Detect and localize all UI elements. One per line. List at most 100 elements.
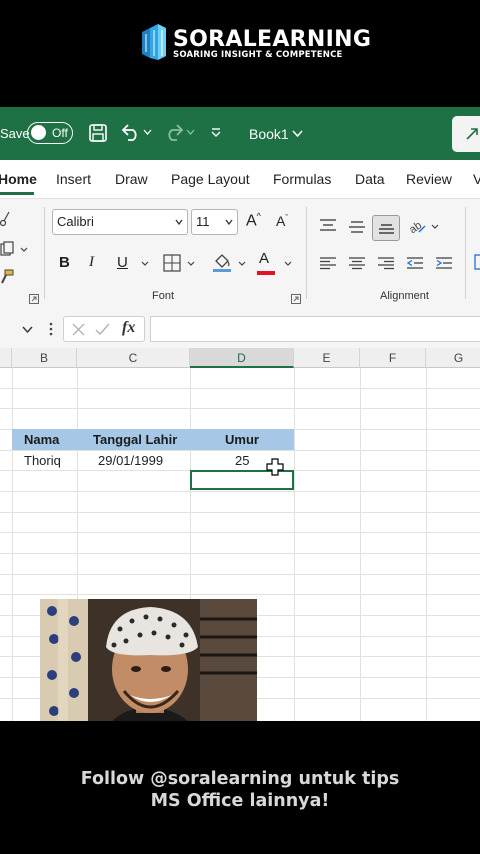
- cell-cursor-icon: [266, 458, 284, 476]
- header-tanggal-lahir[interactable]: Tanggal Lahir: [93, 432, 177, 447]
- cell-tanggal-lahir[interactable]: 29/01/1999: [98, 453, 163, 468]
- caption-line-2: MS Office lainnya!: [150, 791, 330, 811]
- autosave-toggle[interactable]: Off: [27, 122, 73, 144]
- align-center-icon[interactable]: [348, 256, 366, 270]
- copy-icon[interactable]: [0, 241, 14, 257]
- font-launcher-icon[interactable]: [291, 294, 301, 304]
- cancel-icon[interactable]: [72, 323, 85, 336]
- formula-input[interactable]: [150, 316, 480, 342]
- chevron-down-icon: [175, 219, 183, 225]
- ribbon-separator: [306, 207, 307, 299]
- gridline: [0, 450, 480, 451]
- gridline: [0, 408, 480, 409]
- clipboard-launcher-icon[interactable]: [29, 294, 39, 304]
- column-header-d[interactable]: D: [190, 348, 294, 368]
- column-header-b[interactable]: B: [12, 348, 77, 368]
- gridline: [0, 512, 480, 513]
- font-color-dropdown-icon[interactable]: [284, 261, 292, 266]
- header-nama[interactable]: Nama: [24, 432, 59, 447]
- tab-formulas[interactable]: Formulas: [273, 171, 331, 187]
- inserted-photo[interactable]: [40, 599, 257, 721]
- tab-review[interactable]: Review: [406, 171, 452, 187]
- font-name-dropdown[interactable]: Calibri: [52, 209, 188, 235]
- cell-nama[interactable]: Thoriq: [24, 453, 61, 468]
- insert-function-button[interactable]: fx: [122, 319, 135, 337]
- align-middle-icon[interactable]: [348, 220, 366, 234]
- align-left-icon[interactable]: [319, 256, 337, 270]
- underline-button[interactable]: U: [117, 254, 128, 271]
- cut-icon[interactable]: [0, 211, 10, 227]
- formula-bar: fx: [0, 308, 480, 348]
- tab-page-layout[interactable]: Page Layout: [171, 171, 250, 187]
- cell-umur[interactable]: 25: [235, 453, 249, 468]
- name-box-chevron-icon[interactable]: [22, 326, 33, 333]
- gridline: [0, 388, 480, 389]
- header-umur[interactable]: Umur: [225, 432, 259, 447]
- alignment-group-label: Alignment: [380, 290, 429, 302]
- increase-font-size-button[interactable]: A^: [246, 211, 261, 230]
- wrap-text-icon[interactable]: [474, 254, 480, 270]
- decrease-font-size-button[interactable]: Aˇ: [276, 213, 288, 229]
- title-bar: Save Off Book1: [0, 107, 480, 160]
- customize-toolbar-icon[interactable]: [210, 126, 222, 138]
- borders-dropdown-icon[interactable]: [187, 261, 195, 266]
- copy-dropdown-icon[interactable]: [20, 247, 28, 252]
- decrease-indent-icon[interactable]: [406, 256, 424, 270]
- gridline: [12, 368, 13, 721]
- undo-icon[interactable]: [120, 122, 142, 142]
- underline-dropdown-icon[interactable]: [141, 261, 149, 266]
- chevron-down-icon: [225, 219, 233, 225]
- worksheet-grid[interactable]: B C D E F G Nama Tanggal Lahir Umur Thor: [0, 348, 480, 721]
- font-size-dropdown[interactable]: 11: [191, 209, 238, 235]
- gridline: [360, 368, 361, 721]
- borders-icon[interactable]: [163, 254, 181, 272]
- workbook-name[interactable]: Book1: [249, 126, 289, 142]
- ribbon-separator: [44, 207, 45, 299]
- gridline: [0, 553, 480, 554]
- font-color-bar: [257, 271, 275, 275]
- tab-home[interactable]: Home: [0, 171, 37, 187]
- align-bottom-icon: [379, 224, 394, 234]
- soralearning-logo-icon: [142, 24, 166, 60]
- more-options-icon[interactable]: [49, 321, 53, 337]
- enter-check-icon[interactable]: [95, 323, 110, 336]
- gridline: [426, 368, 427, 721]
- tab-data[interactable]: Data: [355, 171, 385, 187]
- column-header-c[interactable]: C: [77, 348, 190, 368]
- tab-insert[interactable]: Insert: [56, 171, 91, 187]
- fill-color-dropdown-icon[interactable]: [238, 261, 246, 266]
- fill-color-icon[interactable]: [212, 251, 232, 273]
- share-button[interactable]: [452, 116, 480, 152]
- column-header-f[interactable]: F: [360, 348, 426, 368]
- orientation-dropdown-icon[interactable]: [431, 224, 439, 229]
- bold-button[interactable]: B: [59, 254, 70, 271]
- column-header-g[interactable]: G: [426, 348, 480, 368]
- undo-dropdown-icon[interactable]: [143, 129, 152, 135]
- italic-button[interactable]: I: [89, 254, 94, 271]
- brand-name: SORALEARNING: [173, 27, 372, 52]
- increase-indent-icon[interactable]: [435, 256, 453, 270]
- font-color-button[interactable]: A: [259, 250, 269, 267]
- workbook-menu-chevron-icon[interactable]: [292, 130, 303, 137]
- align-bottom-button[interactable]: [372, 215, 400, 241]
- save-icon[interactable]: [88, 123, 108, 143]
- formula-actions: fx: [63, 316, 145, 342]
- toggle-state-label: Off: [52, 126, 68, 140]
- active-tab-indicator: [0, 192, 34, 195]
- ribbon-tabs: Home Insert Draw Page Layout Formulas Da…: [0, 160, 480, 198]
- font-name-value: Calibri: [57, 214, 94, 229]
- toggle-knob: [31, 125, 46, 140]
- orientation-icon[interactable]: ab: [407, 217, 427, 235]
- caption-line-1: Follow @soralearning untuk tips: [80, 769, 400, 789]
- format-painter-icon[interactable]: [0, 269, 14, 285]
- column-header-e[interactable]: E: [294, 348, 360, 368]
- tab-draw[interactable]: Draw: [115, 171, 148, 187]
- align-top-icon[interactable]: [319, 218, 337, 232]
- tab-view[interactable]: V: [473, 171, 480, 187]
- redo-icon[interactable]: [163, 122, 185, 142]
- gridline: [0, 532, 480, 533]
- svg-text:ab: ab: [407, 219, 424, 235]
- align-right-icon[interactable]: [377, 256, 395, 270]
- redo-dropdown-icon[interactable]: [186, 129, 195, 135]
- autosave-label: Save: [0, 126, 30, 141]
